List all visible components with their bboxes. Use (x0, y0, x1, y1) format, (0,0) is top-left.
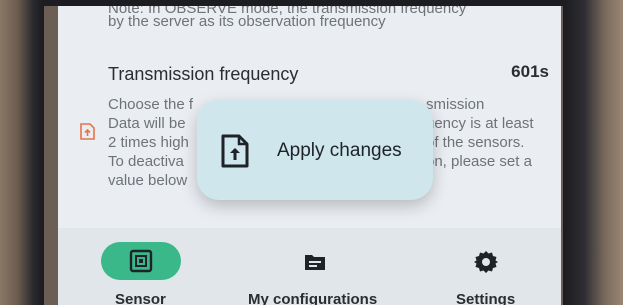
apply-changes-button[interactable]: Apply changes (197, 100, 433, 200)
description-line-right: uency is at least (426, 115, 534, 132)
sensor-icon (129, 249, 153, 273)
bottom-navigation: Sensor My configurations Settings (58, 228, 561, 305)
phone-bezel-left (0, 0, 44, 305)
phone-screen: Note: In OBSERVE mode, the transmission … (58, 6, 561, 305)
gear-icon (474, 251, 498, 273)
description-line: value below (108, 172, 188, 189)
nav-item-settings[interactable]: Settings (410, 228, 561, 305)
transmission-frequency-title[interactable]: Transmission frequency (108, 64, 298, 85)
description-line-right: on, please set a (426, 153, 532, 170)
description-line: Data will be (108, 115, 186, 132)
description-line: Choose the f (108, 96, 194, 113)
nav-label-my-configurations: My configurations (248, 291, 378, 305)
description-line-right: of the sensors. (426, 134, 525, 151)
description-line-right: smission (426, 96, 485, 113)
note-text: by the server as its observation frequen… (108, 13, 386, 30)
nav-label-settings: Settings (456, 291, 516, 305)
file-upload-icon (221, 134, 249, 168)
folder-icon (305, 255, 325, 270)
phone-bezel-right (563, 0, 623, 305)
description-line: 2 times high (108, 134, 189, 151)
active-indicator (101, 242, 181, 280)
nav-item-sensor[interactable]: Sensor (58, 228, 224, 305)
transmission-frequency-value[interactable]: 601s (511, 62, 549, 82)
apply-changes-label: Apply changes (277, 140, 402, 161)
nav-item-my-configurations[interactable]: My configurations (224, 228, 410, 305)
nav-label-sensor: Sensor (115, 291, 166, 305)
description-line: To deactiva (108, 153, 184, 170)
file-upload-warning-icon (80, 123, 95, 140)
